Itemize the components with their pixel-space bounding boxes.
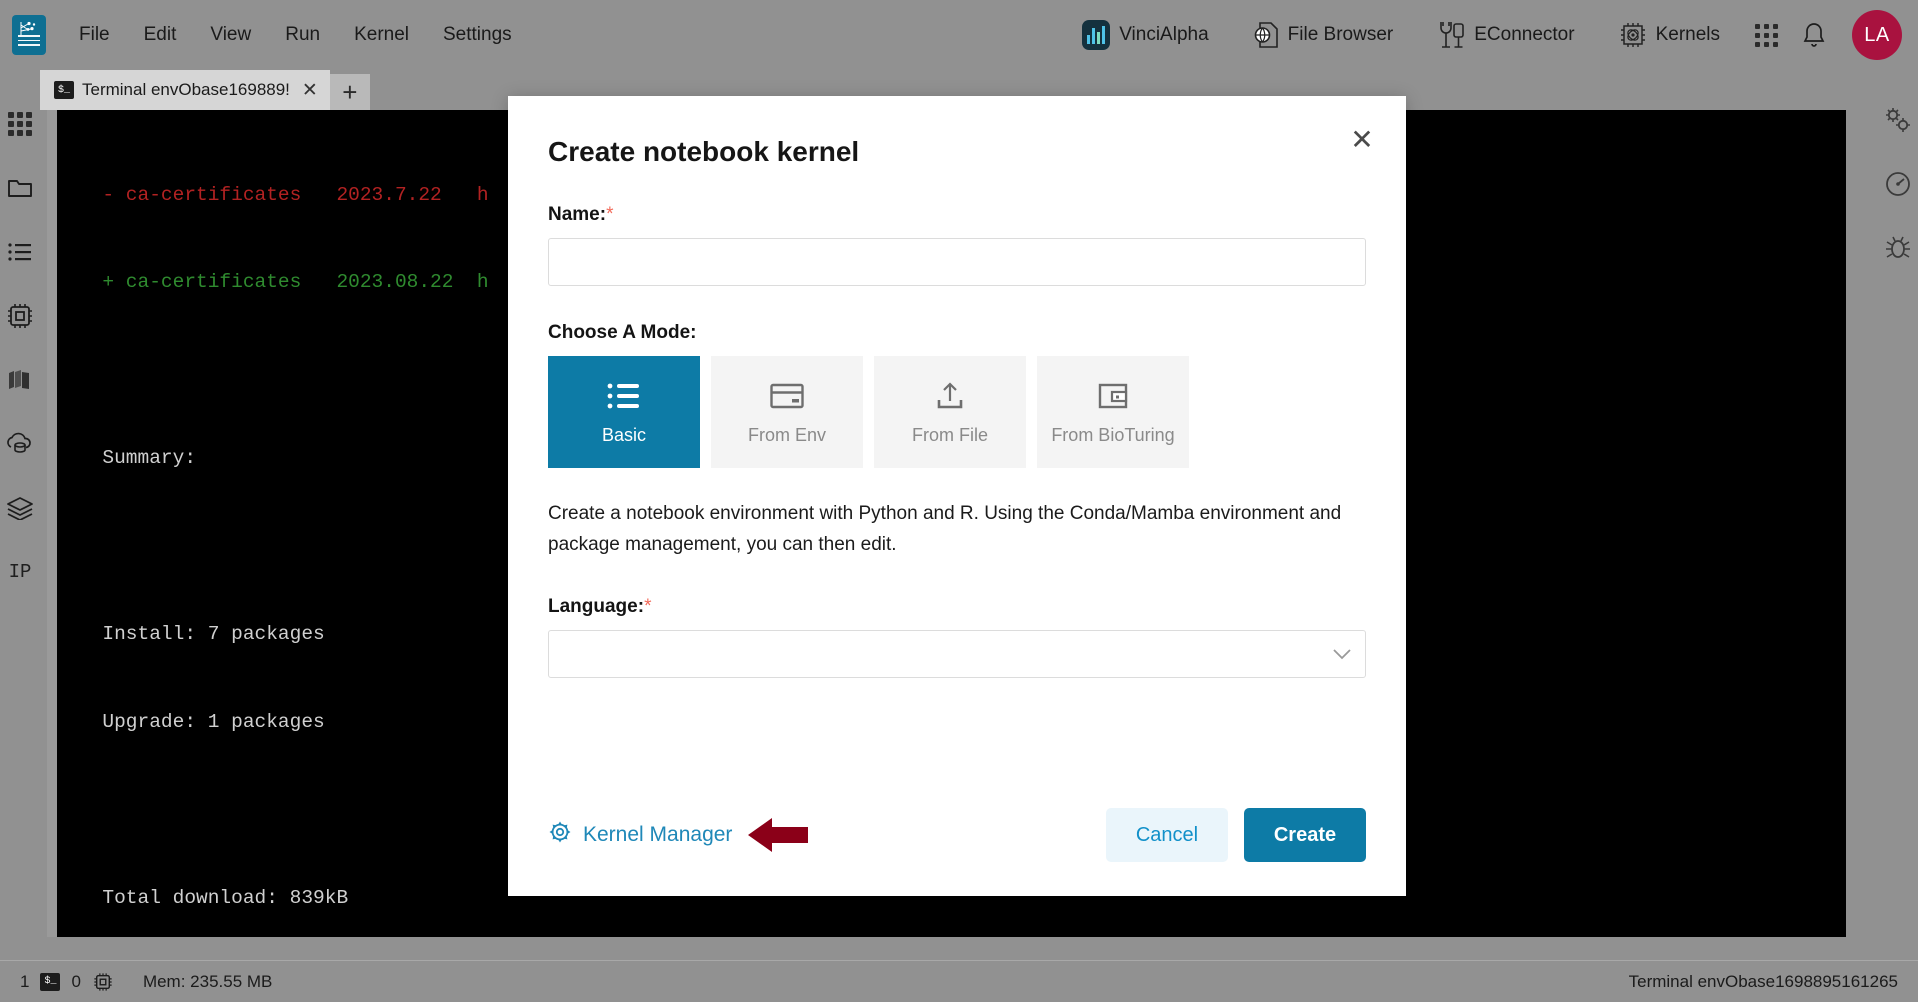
chip-icon[interactable] (92, 971, 114, 993)
status-right-label: Terminal envObase1698895161265 (1628, 971, 1898, 991)
mode-tile-label: From Env (747, 424, 826, 445)
upload-icon (935, 379, 965, 413)
gear-icon (548, 820, 572, 850)
cancel-button[interactable]: Cancel (1106, 808, 1228, 862)
language-label: Language:* (548, 596, 1366, 618)
language-select[interactable] (548, 630, 1366, 678)
card-icon (770, 379, 804, 413)
kernel-manager-link[interactable]: Kernel Manager (548, 820, 732, 850)
create-button[interactable]: Create (1244, 808, 1366, 862)
kernel-count: 0 (71, 971, 81, 991)
mode-tile-label: Basic (601, 424, 646, 445)
mode-tile-basic[interactable]: Basic (548, 356, 700, 468)
terminal-icon[interactable]: $_ (40, 972, 61, 991)
language-label-text: Language: (548, 596, 645, 617)
application-window: File Edit View Run Kernel Settings Vinci… (0, 0, 1918, 1002)
required-mark: * (644, 596, 652, 617)
mode-tile-from-file[interactable]: From File (874, 356, 1026, 468)
terminal-count: 1 (20, 971, 30, 991)
close-icon[interactable]: ✕ (1342, 120, 1382, 160)
mode-description: Create a notebook environment with Pytho… (548, 503, 1342, 555)
status-bar: 1 $_ 0 Mem: 235.55 MB Terminal envObase1… (0, 960, 1918, 1002)
dialog-footer: Kernel Manager Cancel Create (548, 808, 1366, 862)
list-bullets-icon (607, 379, 641, 413)
kernel-manager-label: Kernel Manager (583, 823, 733, 846)
mode-tiles: Basic From Env From File From BioTuring (548, 356, 1366, 468)
required-mark: * (606, 204, 614, 225)
dialog-title: Create notebook kernel (548, 136, 860, 167)
name-label-text: Name: (548, 204, 607, 225)
mode-tile-from-env[interactable]: From Env (711, 356, 863, 468)
choose-mode-label: Choose A Mode: (548, 322, 697, 343)
status-left: 1 $_ 0 Mem: 235.55 MB (0, 971, 272, 993)
mode-tile-label: From File (912, 424, 988, 445)
mode-tile-from-bioturing[interactable]: From BioTuring (1037, 356, 1189, 468)
name-input[interactable] (548, 238, 1366, 286)
create-notebook-kernel-dialog: ✕ Create notebook kernel Name:* Choose A… (508, 96, 1406, 896)
name-label: Name:* (548, 204, 1366, 226)
bioturing-window-icon (1098, 379, 1128, 413)
memory-usage: Mem: 235.55 MB (142, 971, 273, 991)
modal-overlay: ✕ Create notebook kernel Name:* Choose A… (0, 0, 1918, 1002)
chevron-down-icon (1333, 644, 1351, 665)
left-arrow-annotation (748, 814, 810, 856)
mode-tile-label: From BioTuring (1051, 424, 1175, 445)
